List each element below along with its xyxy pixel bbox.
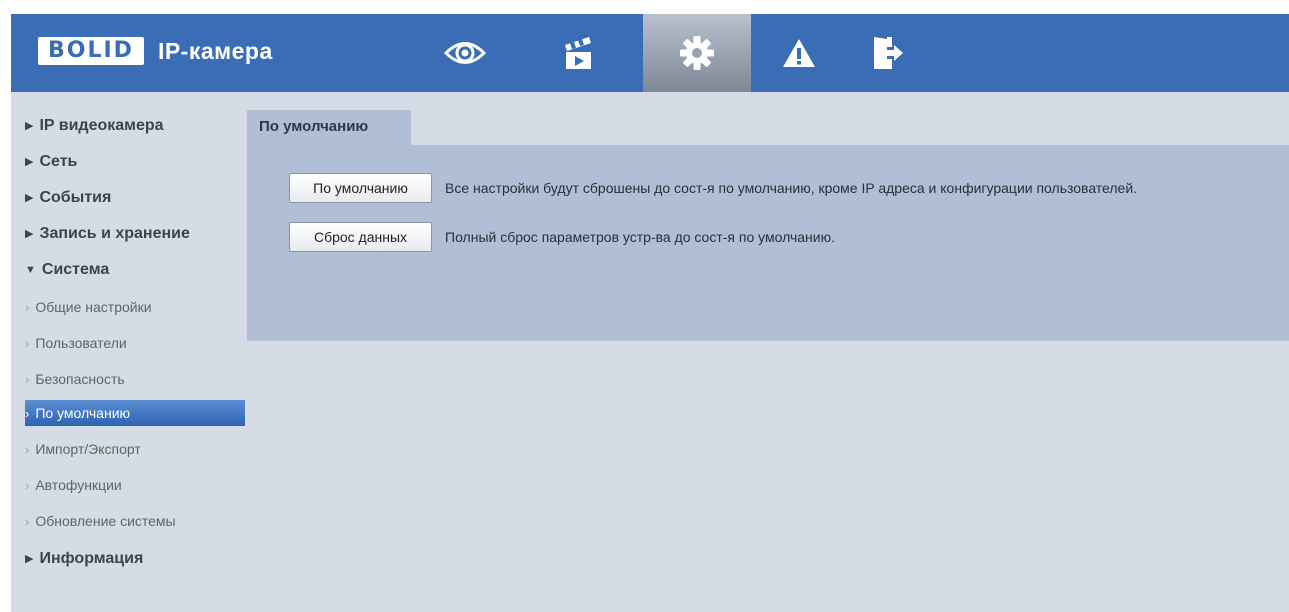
factory-reset-description: Полный сброс параметров устр-ва до сост-… (445, 229, 835, 245)
product-title: IP-камера (157, 37, 273, 64)
live-view-button[interactable] (431, 14, 499, 92)
sidebar-subitem-general[interactable]: › Общие настройки (25, 294, 245, 320)
restore-default-button[interactable]: По умолчанию (289, 173, 432, 203)
logout-button[interactable] (863, 14, 913, 92)
chevron-right-icon: › (25, 442, 30, 457)
eye-icon (444, 42, 486, 64)
chevron-right-icon: › (25, 514, 30, 529)
app-window: BOLID IP-камера ▶ IP видеокамера ▶ Сеть … (11, 14, 1289, 612)
chevron-right-icon: › (25, 406, 30, 421)
sidebar-subitem-system-update[interactable]: › Обновление системы (25, 508, 245, 534)
sidebar-subitem-auto-functions[interactable]: › Автофункции (25, 472, 245, 498)
sidebar-item-ip-camera[interactable]: ▶ IP видеокамера (25, 114, 164, 138)
expand-arrow-icon: ▶ (25, 553, 34, 565)
sidebar-item-system[interactable]: ▼ Система (25, 258, 109, 282)
clapperboard-icon (565, 37, 591, 69)
sidebar-subitem-import-export[interactable]: › Импорт/Экспорт (25, 436, 245, 462)
factory-reset-button[interactable]: Сброс данных (289, 222, 432, 252)
alarm-button[interactable] (773, 14, 825, 92)
sidebar-item-information[interactable]: ▶ Информация (25, 547, 143, 571)
chevron-right-icon: › (25, 336, 30, 351)
sidebar-subitem-security[interactable]: › Безопасность (25, 366, 245, 392)
warning-icon (783, 39, 815, 67)
expand-arrow-icon: ▶ (25, 228, 34, 240)
tab-default[interactable]: По умолчанию (247, 110, 411, 145)
sidebar-item-network[interactable]: ▶ Сеть (25, 150, 77, 174)
logo: BOLID IP-камера (38, 37, 273, 65)
collapse-arrow-icon: ▼ (25, 264, 36, 276)
gear-icon (680, 36, 714, 70)
sidebar: ▶ IP видеокамера ▶ Сеть ▶ События ▶ Запись и… (11, 92, 245, 612)
sidebar-subitem-users[interactable]: › Пользователи (25, 330, 245, 356)
chevron-right-icon: › (25, 372, 30, 387)
brand-logo: BOLID (38, 37, 144, 65)
restore-default-description: Все настройки будут сброшены до сост-я п… (445, 180, 1138, 196)
settings-button[interactable] (643, 14, 751, 92)
chevron-right-icon: › (25, 478, 30, 493)
playback-button[interactable] (551, 14, 605, 92)
expand-arrow-icon: ▶ (25, 156, 34, 168)
header-bar: BOLID IP-камера (11, 14, 1289, 92)
content-panel: По умолчанию Все настройки будут сброшен… (247, 145, 1289, 341)
expand-arrow-icon: ▶ (25, 120, 34, 132)
sidebar-item-events[interactable]: ▶ События (25, 186, 111, 210)
chevron-right-icon: › (25, 300, 30, 315)
sidebar-subitem-default[interactable]: › По умолчанию (25, 400, 245, 426)
expand-arrow-icon: ▶ (25, 192, 34, 204)
logout-icon (874, 37, 903, 69)
sidebar-item-storage[interactable]: ▶ Запись и хранение (25, 222, 190, 246)
